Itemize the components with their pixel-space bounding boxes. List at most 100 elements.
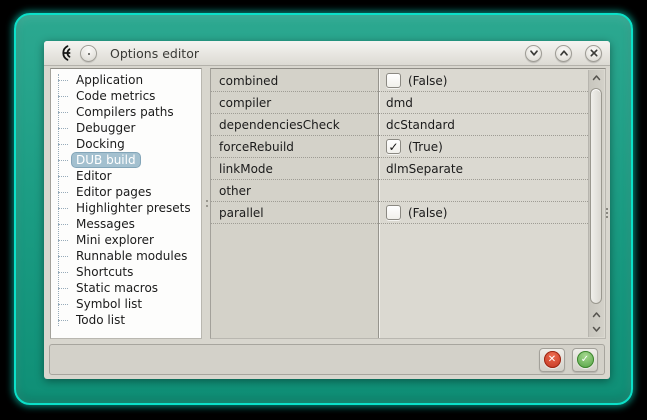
tree-line: [58, 74, 59, 326]
scroll-up-button-2[interactable]: [589, 308, 604, 322]
sidebar-item-label: Code metrics: [76, 89, 156, 103]
close-icon: [589, 49, 598, 57]
sidebar-item-runnable-modules[interactable]: Runnable modules: [51, 248, 201, 264]
tree-twig-icon: [58, 127, 68, 129]
sidebar-item-static-macros[interactable]: Static macros: [51, 280, 201, 296]
categories-list[interactable]: Application Code metrics Compilers paths…: [50, 68, 202, 339]
sidebar-item-mini-explorer[interactable]: Mini explorer: [51, 232, 201, 248]
sidebar-item-label: Shortcuts: [76, 265, 134, 279]
window-title: Options editor: [110, 45, 199, 61]
titlebar[interactable]: Options editor: [44, 41, 610, 66]
sidebar-item-label: Debugger: [76, 121, 136, 135]
sidebar-item-dub-build[interactable]: DUB build: [51, 152, 201, 168]
scroll-up-button[interactable]: [589, 71, 604, 85]
sidebar-item-label: DUB build: [72, 153, 140, 167]
maximize-button[interactable]: [555, 44, 572, 62]
sidebar-item-compilers-paths[interactable]: Compilers paths: [51, 104, 201, 120]
button-bar: ✕ ✓: [49, 344, 605, 375]
cancel-button[interactable]: ✕: [539, 347, 565, 372]
property-row-other[interactable]: other: [211, 180, 588, 202]
sidebar-item-debugger[interactable]: Debugger: [51, 120, 201, 136]
property-row-compiler[interactable]: compiler dmd: [211, 92, 588, 114]
sidebar-item-shortcuts[interactable]: Shortcuts: [51, 264, 201, 280]
tree-twig-icon: [58, 255, 68, 257]
property-value[interactable]: (False): [379, 73, 588, 88]
sidebar-item-label: Runnable modules: [76, 249, 188, 263]
tree-twig-icon: [58, 175, 68, 177]
sidebar-item-label: Static macros: [76, 281, 159, 295]
property-value-text: (False): [408, 205, 448, 220]
property-name: linkMode: [219, 161, 273, 176]
property-row-linkMode[interactable]: linkMode dlmSeparate: [211, 158, 588, 180]
sidebar-item-messages[interactable]: Messages: [51, 216, 201, 232]
coedit-logo-icon: [55, 44, 73, 62]
ok-button[interactable]: ✓: [572, 347, 598, 372]
property-value-text: dlmSeparate: [386, 161, 463, 176]
tree-twig-icon: [58, 191, 68, 193]
property-row-combined[interactable]: combined (False): [211, 70, 588, 92]
property-name: compiler: [219, 95, 272, 110]
tree-twig-icon: [58, 303, 68, 305]
splitter-grip-icon: [205, 200, 208, 202]
tree-twig-icon: [58, 287, 68, 289]
window-menu-icon: [88, 52, 90, 55]
property-value-text: dmd: [386, 95, 413, 110]
sidebar-item-label: Symbol list: [76, 297, 143, 311]
property-value[interactable]: dcStandard: [379, 118, 588, 132]
sidebar-item-label: Docking: [76, 137, 125, 151]
tree-twig-icon: [58, 95, 68, 97]
property-name: forceRebuild: [219, 139, 294, 154]
ok-check-icon: ✓: [576, 351, 594, 368]
property-name: other: [219, 183, 251, 198]
tree-twig-icon: [58, 223, 68, 225]
window-frame: Options editor Application Code metrics: [14, 13, 633, 405]
property-value-text: (False): [408, 73, 448, 88]
sidebar-item-label: Messages: [76, 217, 135, 231]
property-rows: combined (False) compiler dmd dependenci…: [211, 70, 588, 224]
chevron-down-icon: [592, 326, 601, 332]
checkbox[interactable]: [386, 73, 401, 88]
property-name: dependenciesCheck: [219, 117, 340, 132]
shade-button[interactable]: [525, 44, 542, 62]
scroll-down-button[interactable]: [589, 322, 604, 336]
resize-grip[interactable]: [606, 208, 608, 210]
property-row-forceRebuild[interactable]: forceRebuild ✓ (True): [211, 136, 588, 158]
property-row-parallel[interactable]: parallel (False): [211, 202, 588, 224]
property-value[interactable]: dlmSeparate: [379, 162, 588, 176]
sidebar-item-label: Todo list: [76, 313, 126, 327]
vertical-scrollbar[interactable]: [588, 70, 604, 337]
sidebar-item-editor[interactable]: Editor: [51, 168, 201, 184]
sidebar-item-label: Mini explorer: [76, 233, 154, 247]
window-controls: [525, 44, 602, 62]
sidebar-item-label: Editor pages: [76, 185, 152, 199]
sidebar-item-symbol-list[interactable]: Symbol list: [51, 296, 201, 312]
sidebar-item-application[interactable]: Application: [51, 72, 201, 88]
sidebar-item-todo-list[interactable]: Todo list: [51, 312, 201, 328]
tree-twig-icon: [58, 79, 68, 81]
sidebar-item-highlighter-presets[interactable]: Highlighter presets: [51, 200, 201, 216]
checkbox[interactable]: [386, 205, 401, 220]
chevron-up-icon: [592, 75, 601, 81]
chevron-up-icon: [559, 50, 568, 56]
property-row-dependenciesCheck[interactable]: dependenciesCheck dcStandard: [211, 114, 588, 136]
property-value[interactable]: ✓ (True): [379, 139, 588, 154]
sidebar-item-editor-pages[interactable]: Editor pages: [51, 184, 201, 200]
property-value[interactable]: dmd: [379, 96, 588, 110]
property-grid: combined (False) compiler dmd dependenci…: [210, 68, 606, 339]
property-value-text: (True): [408, 139, 443, 154]
checkbox[interactable]: ✓: [386, 139, 401, 154]
sidebar-item-code-metrics[interactable]: Code metrics: [51, 88, 201, 104]
scrollbar-thumb[interactable]: [590, 88, 602, 304]
tree-twig-icon: [58, 111, 68, 113]
options-editor-dialog: Options editor Application Code metrics: [44, 41, 610, 379]
property-name: parallel: [219, 205, 264, 220]
property-value-text: dcStandard: [386, 117, 455, 132]
property-value[interactable]: (False): [379, 205, 588, 220]
sidebar-item-docking[interactable]: Docking: [51, 136, 201, 152]
window-menu-button[interactable]: [80, 44, 97, 62]
tree-twig-icon: [58, 159, 68, 161]
tree-twig-icon: [58, 271, 68, 273]
panel-splitter[interactable]: [203, 68, 210, 339]
tree-twig-icon: [58, 207, 68, 209]
close-button[interactable]: [585, 44, 602, 62]
